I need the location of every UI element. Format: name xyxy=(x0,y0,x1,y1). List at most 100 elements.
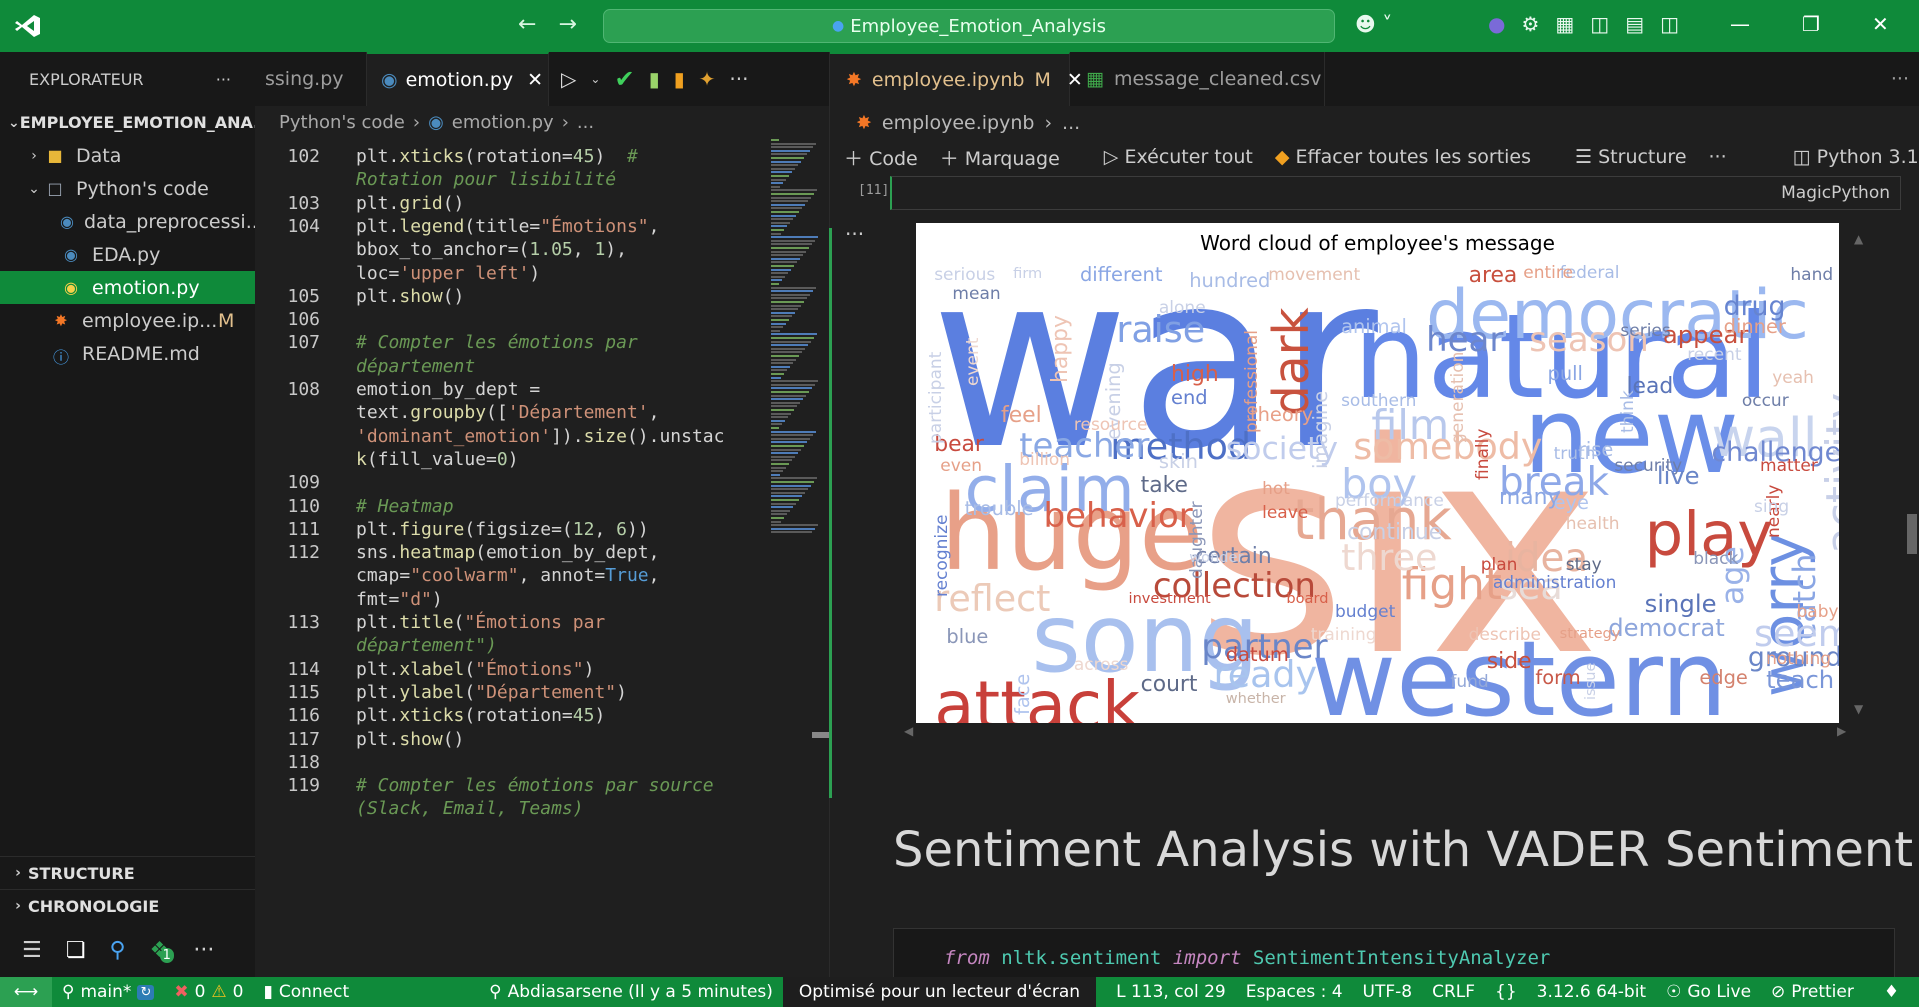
cell-language[interactable]: MagicPython xyxy=(1781,183,1890,203)
clear-outputs-button[interactable]: ◆ Effacer toutes les sorties xyxy=(1275,146,1531,168)
line-ending[interactable]: CRLF xyxy=(1422,977,1485,1007)
tree-item-employee-notebook[interactable]: ✸ employee.ip... M xyxy=(0,304,255,337)
breadcrumb-file[interactable]: employee.ipynb xyxy=(882,112,1035,134)
cursor-position[interactable]: L 113, col 29 xyxy=(1106,977,1236,1007)
wordcloud-word: dinner xyxy=(1723,315,1786,339)
workspace-root[interactable]: ⌄ EMPLOYEE_EMOTION_ANA... xyxy=(0,106,271,139)
gear-icon[interactable]: ⚙ xyxy=(1521,12,1539,36)
tab-employee-notebook[interactable]: ✸ employee.ipynb M ✕ xyxy=(830,52,1083,106)
scroll-thumb[interactable] xyxy=(812,732,830,738)
remote-indicator[interactable]: ⟷ xyxy=(0,977,52,1007)
wordcloud-word: fund xyxy=(1450,672,1489,693)
wordcloud-word: black xyxy=(1693,549,1739,570)
python-interpreter[interactable]: 3.12.6 64-bit xyxy=(1527,977,1656,1007)
scroll-right-icon[interactable]: ▶ xyxy=(1837,724,1846,738)
code-line[interactable]: (Slack, Email, Teams) xyxy=(255,795,830,824)
commit-indicator[interactable]: ⚲ Abdiasarsene (Il y a 5 minutes) xyxy=(479,977,783,1007)
add-markdown-cell-button[interactable]: ＋ Marquage xyxy=(940,144,1060,171)
minimap-line xyxy=(771,344,808,347)
encoding[interactable]: UTF-8 xyxy=(1353,977,1423,1007)
indentation[interactable]: Espaces : 4 xyxy=(1236,977,1353,1007)
language-mode[interactable]: {} xyxy=(1485,977,1527,1007)
notebook-icon[interactable]: ▮ xyxy=(674,67,685,91)
tree-item-python-code[interactable]: ⌄ □ Python's code xyxy=(0,172,255,205)
tab-message-cleaned[interactable]: ▦ message_cleaned.csv xyxy=(1070,52,1325,106)
minimap-line xyxy=(771,225,787,228)
screen-reader-mode[interactable]: Optimisé pour un lecteur d'écran xyxy=(782,977,1097,1007)
markdown-heading[interactable]: Sentiment Analysis with VADER Sentiment xyxy=(893,822,1913,878)
more-actions-icon[interactable]: ··· xyxy=(729,67,748,91)
code-text-area[interactable]: 102 plt.xticks(rotation=45) # Rotation pou… xyxy=(255,139,830,977)
tree-item-readme[interactable]: ⓘ README.md xyxy=(0,337,255,370)
python-interpreter-label: 3.12.6 64-bit xyxy=(1536,982,1647,1002)
more-actions-icon[interactable]: ··· xyxy=(216,70,231,89)
tree-item-data-preprocessing[interactable]: ◉ data_preprocessi... xyxy=(0,205,255,238)
minimap-line xyxy=(771,416,788,419)
restore-icon[interactable]: ❐ xyxy=(1802,12,1820,36)
check-icon[interactable]: ✔ xyxy=(614,65,634,93)
more-icon[interactable]: ··· xyxy=(193,938,214,963)
toggle-panel-icon[interactable]: ▤ xyxy=(1625,12,1644,36)
tree-item-label: emotion.py xyxy=(92,276,200,299)
wordcloud-word: trouble xyxy=(964,496,1034,520)
minimap-line xyxy=(771,322,786,325)
arrow-right-icon[interactable]: → xyxy=(558,12,576,37)
minimap-line xyxy=(771,239,815,242)
source-control-icon[interactable]: ❖ 1 xyxy=(150,938,174,963)
menu-icon[interactable]: ☰ xyxy=(22,938,42,963)
close-tab-icon[interactable]: ✕ xyxy=(527,69,543,91)
broadcast-icon: ☉ xyxy=(1666,982,1682,1002)
minimap-line xyxy=(771,297,807,300)
structure-section[interactable]: › STRUCTURE xyxy=(0,856,255,889)
minimap-line xyxy=(771,257,800,260)
tree-item-data[interactable]: › ■ Data xyxy=(0,139,255,172)
close-window-icon[interactable]: ✕ xyxy=(1872,12,1889,36)
timeline-section[interactable]: › CHRONOLOGIE xyxy=(0,889,255,922)
breadcrumb-folder[interactable]: Python's code xyxy=(279,112,405,133)
command-center-search[interactable]: ● Employee_Emotion_Analysis xyxy=(603,9,1335,43)
vertical-scroll-thumb[interactable] xyxy=(1907,514,1917,554)
minimap-line xyxy=(771,139,779,141)
problems-indicator[interactable]: ✖ 0 ⚠ 0 xyxy=(164,977,253,1007)
scroll-down-icon[interactable]: ▼ xyxy=(1854,702,1863,716)
breadcrumb-symbol[interactable]: ... xyxy=(1062,112,1080,134)
minimap-line xyxy=(771,286,816,289)
minimize-icon[interactable]: — xyxy=(1730,12,1750,36)
explorer-icon[interactable]: ❏ xyxy=(66,938,86,963)
go-live-button[interactable]: ☉ Go Live xyxy=(1656,977,1761,1007)
run-all-button[interactable]: ▷ Exécuter tout xyxy=(1104,146,1253,168)
minimap-line xyxy=(771,333,817,336)
customize-layout-icon[interactable]: ▦ xyxy=(1555,12,1574,36)
more-toolbar-button[interactable]: ··· xyxy=(1709,146,1727,168)
breadcrumb-symbol[interactable]: ... xyxy=(577,112,594,133)
chevron-down-icon[interactable]: ⌄ xyxy=(590,72,600,86)
branch-indicator[interactable]: ⚲ main* ↻ xyxy=(52,977,164,1007)
copilot-icon[interactable]: ☻ ˅ xyxy=(1355,12,1392,36)
prettier-button[interactable]: ⊘ Prettier xyxy=(1761,977,1864,1007)
account-icon[interactable]: ● xyxy=(1488,12,1505,36)
toggle-sidebar-icon[interactable]: ◫ xyxy=(1590,12,1609,36)
run-icon[interactable]: ▷ xyxy=(561,67,576,91)
book-icon[interactable]: ▮ xyxy=(649,67,660,91)
toggle-secondary-sidebar-icon[interactable]: ◫ xyxy=(1660,12,1679,36)
add-code-cell-button[interactable]: ＋ Code xyxy=(844,144,918,171)
notifications-button[interactable]: ♦ xyxy=(1874,977,1909,1007)
tree-item-emotion[interactable]: ◉ emotion.py xyxy=(0,271,255,304)
connect-indicator[interactable]: ▮ Connect xyxy=(254,977,360,1007)
kernel-picker[interactable]: ◫ Python 3.12.6 xyxy=(1793,146,1919,168)
more-actions-icon[interactable]: ··· xyxy=(1881,52,1919,106)
output-more-icon[interactable]: ··· xyxy=(845,222,864,246)
search-icon[interactable]: ⚲ xyxy=(109,938,125,963)
arrow-left-icon[interactable]: ← xyxy=(518,12,536,37)
tab-data-preprocessing[interactable]: ssing.py xyxy=(255,52,367,106)
scroll-up-icon[interactable]: ▲ xyxy=(1854,232,1863,246)
outline-button[interactable]: ☰ Structure xyxy=(1575,146,1686,168)
scroll-left-icon[interactable]: ◀ xyxy=(904,724,913,738)
deploy-icon[interactable]: ✦ xyxy=(699,67,716,91)
tab-emotion[interactable]: ◉ emotion.py ✕ xyxy=(367,52,549,106)
minimap-line xyxy=(771,517,784,519)
minimap[interactable] xyxy=(767,139,825,539)
breadcrumb-file[interactable]: emotion.py xyxy=(452,112,554,133)
code-cell-input[interactable]: [11] MagicPython xyxy=(858,176,1901,210)
tree-item-eda[interactable]: ◉ EDA.py xyxy=(0,238,255,271)
